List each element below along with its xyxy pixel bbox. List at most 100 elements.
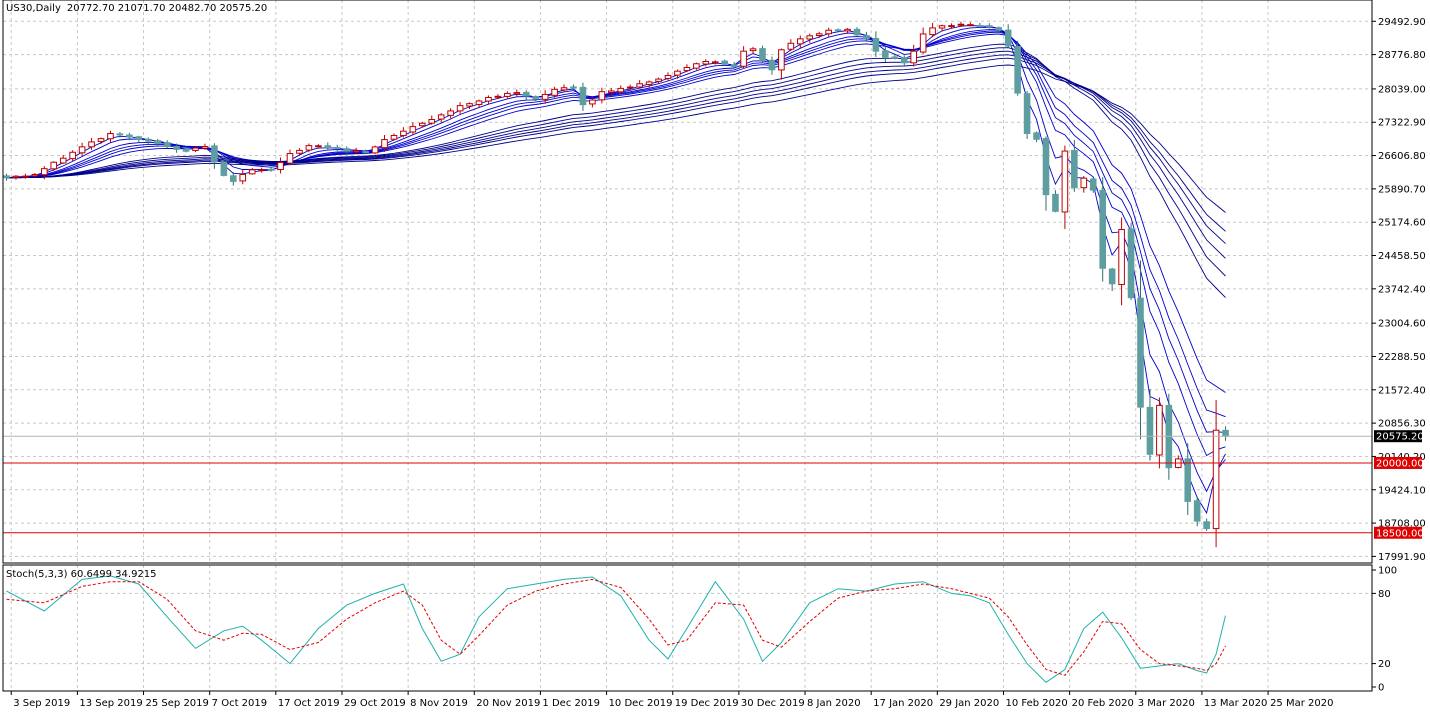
candle-bear: [267, 168, 275, 171]
candle-bull: [296, 149, 303, 154]
candle-bull: [97, 138, 105, 143]
candle-bear: [863, 35, 870, 40]
level-price-label: 20000.00: [1376, 458, 1424, 469]
candle-bull: [608, 90, 615, 93]
price-tick-label: 19424.10: [1378, 485, 1426, 496]
chart-ohlc: 20772.70 21071.70 20482.70 20575.20: [67, 3, 267, 14]
candle-bear: [834, 29, 842, 32]
time-tick-label: 20 Feb 2020: [1072, 698, 1134, 709]
candle-bull: [59, 157, 67, 164]
price-tick-label: 24458.50: [1378, 251, 1426, 262]
candle-bear: [154, 140, 161, 145]
candle-bull: [626, 86, 634, 89]
candle-bull: [315, 145, 322, 148]
candle-bull: [419, 122, 426, 127]
candle-bull: [636, 83, 643, 88]
candle-bull: [749, 48, 757, 52]
candle-bull: [12, 175, 20, 178]
candle-bull: [50, 161, 58, 170]
time-tick-label: 29 Jan 2020: [939, 698, 999, 709]
candle-bull: [41, 168, 48, 176]
candle-bull: [1156, 404, 1163, 456]
price-tick-label: 23742.40: [1378, 284, 1426, 295]
candle-bull: [598, 91, 606, 101]
candle-bull: [390, 134, 398, 140]
candle-bull: [617, 87, 625, 93]
candle-bear: [1184, 458, 1192, 502]
stoch-tick-label: 20: [1378, 659, 1391, 670]
time-tick-label: 25 Mar 2020: [1270, 698, 1333, 709]
candle-bull: [494, 95, 502, 98]
time-tick-label: 25 Sep 2019: [146, 698, 209, 709]
candle-bear: [1014, 45, 1021, 94]
candle-bull: [1061, 150, 1069, 213]
candle-bull: [485, 96, 492, 102]
candle-bull: [919, 33, 927, 53]
candle-bull: [409, 126, 417, 133]
candle-bull: [400, 130, 407, 137]
candle-bull: [711, 61, 719, 64]
candle-bull: [381, 139, 388, 149]
candle-bear: [1222, 429, 1229, 437]
price-tick-label: 22288.50: [1378, 352, 1426, 363]
time-tick-label: 7 Oct 2019: [212, 698, 267, 709]
candle-bear: [1146, 406, 1154, 455]
time-tick-label: 29 Oct 2019: [344, 698, 406, 709]
candle-bear: [173, 145, 180, 150]
candle-bull: [797, 38, 804, 45]
price-tick-label: 29492.90: [1378, 17, 1426, 28]
time-tick-label: 20 Nov 2019: [476, 698, 540, 709]
candle-bear: [1004, 29, 1012, 47]
candle-bull: [844, 28, 851, 32]
candle-bull: [664, 74, 672, 79]
candle-bear: [1033, 132, 1040, 140]
time-tick-label: 30 Dec 2019: [741, 698, 805, 709]
candle-bull: [22, 175, 29, 178]
candle-bull: [693, 63, 700, 69]
candle-bull: [910, 50, 918, 64]
price-tick-label: 25174.60: [1378, 218, 1426, 229]
candle-bear: [730, 64, 738, 68]
candle-bull: [560, 87, 568, 91]
candle-bear: [579, 86, 587, 106]
price-tick-label: 28776.80: [1378, 50, 1426, 61]
indicator-label: Stoch(5,3,3) 60.6499 34.9215: [6, 569, 157, 580]
candle-bear: [853, 28, 861, 36]
candle-bull: [948, 25, 955, 28]
candle-bull: [683, 66, 691, 72]
price-tick-label: 25890.70: [1378, 184, 1426, 195]
level-price-label: 18500.00: [1376, 528, 1424, 539]
candle-bull: [239, 173, 247, 182]
candle-bull: [88, 141, 95, 148]
candle-bear: [872, 37, 880, 52]
candle-bear: [1203, 521, 1210, 530]
candle-bull: [806, 35, 814, 40]
candle-bull: [286, 153, 294, 164]
chart-background: [0, 0, 1430, 715]
candle-bull: [475, 100, 483, 106]
candle-bear: [900, 57, 908, 64]
candle-bear: [1099, 189, 1107, 269]
price-tick-label: 27322.90: [1378, 118, 1426, 129]
time-tick-label: 8 Jan 2020: [807, 698, 861, 709]
candle-bull: [428, 118, 436, 124]
candle-bull: [305, 145, 313, 151]
candle-bear: [891, 56, 899, 59]
candle-bull: [1118, 228, 1125, 286]
candle-bear: [768, 59, 776, 71]
candle-bear: [721, 60, 729, 65]
candle-bull: [352, 150, 360, 153]
candle-bull: [513, 92, 521, 95]
price-tick-label: 26606.80: [1378, 151, 1426, 162]
candle-bear: [1052, 193, 1059, 212]
candle-bear: [522, 91, 530, 97]
candle-bull: [957, 23, 965, 26]
candle-bull: [787, 42, 795, 50]
time-tick-label: 17 Oct 2019: [278, 698, 340, 709]
time-tick-label: 8 Nov 2019: [410, 698, 468, 709]
candle-bull: [740, 50, 747, 67]
candle-bear: [1193, 500, 1201, 522]
candle-bear: [1042, 137, 1050, 196]
price-tick-label: 23004.60: [1378, 319, 1426, 330]
candle-bull: [248, 169, 256, 175]
